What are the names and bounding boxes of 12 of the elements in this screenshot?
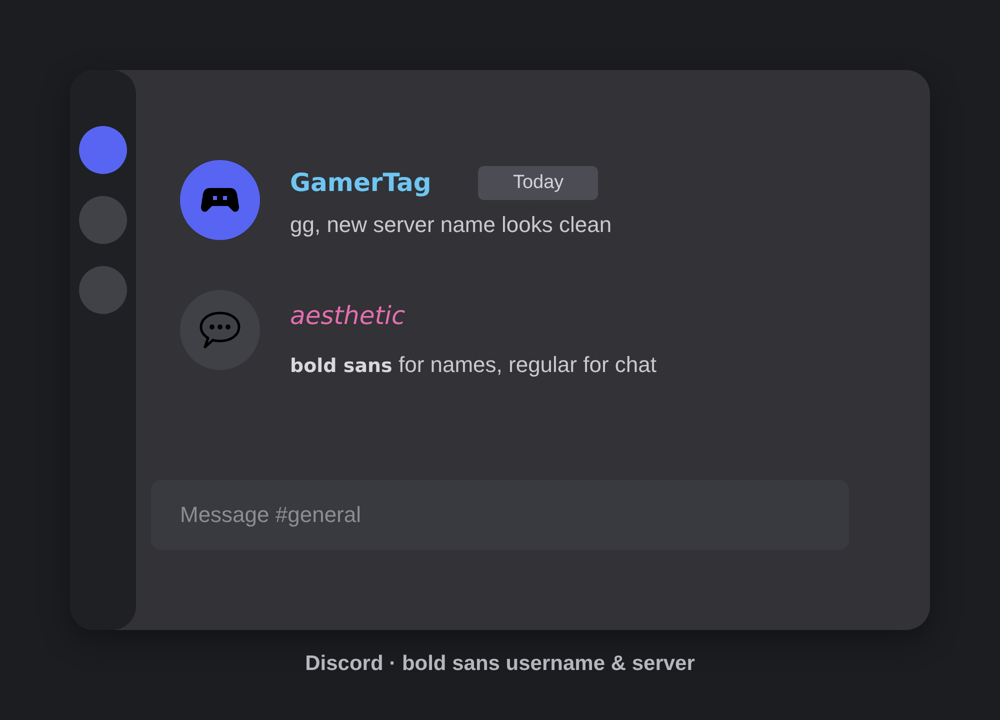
message-text: bold sans for names, regular for chat: [290, 352, 656, 379]
server-icon[interactable]: [79, 126, 127, 174]
server-icon[interactable]: [79, 266, 127, 314]
speech-bubble-icon: [199, 311, 241, 349]
server-icon[interactable]: [79, 196, 127, 244]
date-badge: Today: [478, 166, 598, 200]
message-input[interactable]: Message #general: [151, 480, 849, 550]
gamepad-icon: [201, 187, 239, 213]
caption: Discord · bold sans username & server: [305, 652, 695, 676]
username[interactable]: GamerTag: [290, 168, 432, 198]
message-text: gg, new server name looks clean: [290, 212, 612, 238]
username[interactable]: aesthetic: [290, 301, 406, 331]
